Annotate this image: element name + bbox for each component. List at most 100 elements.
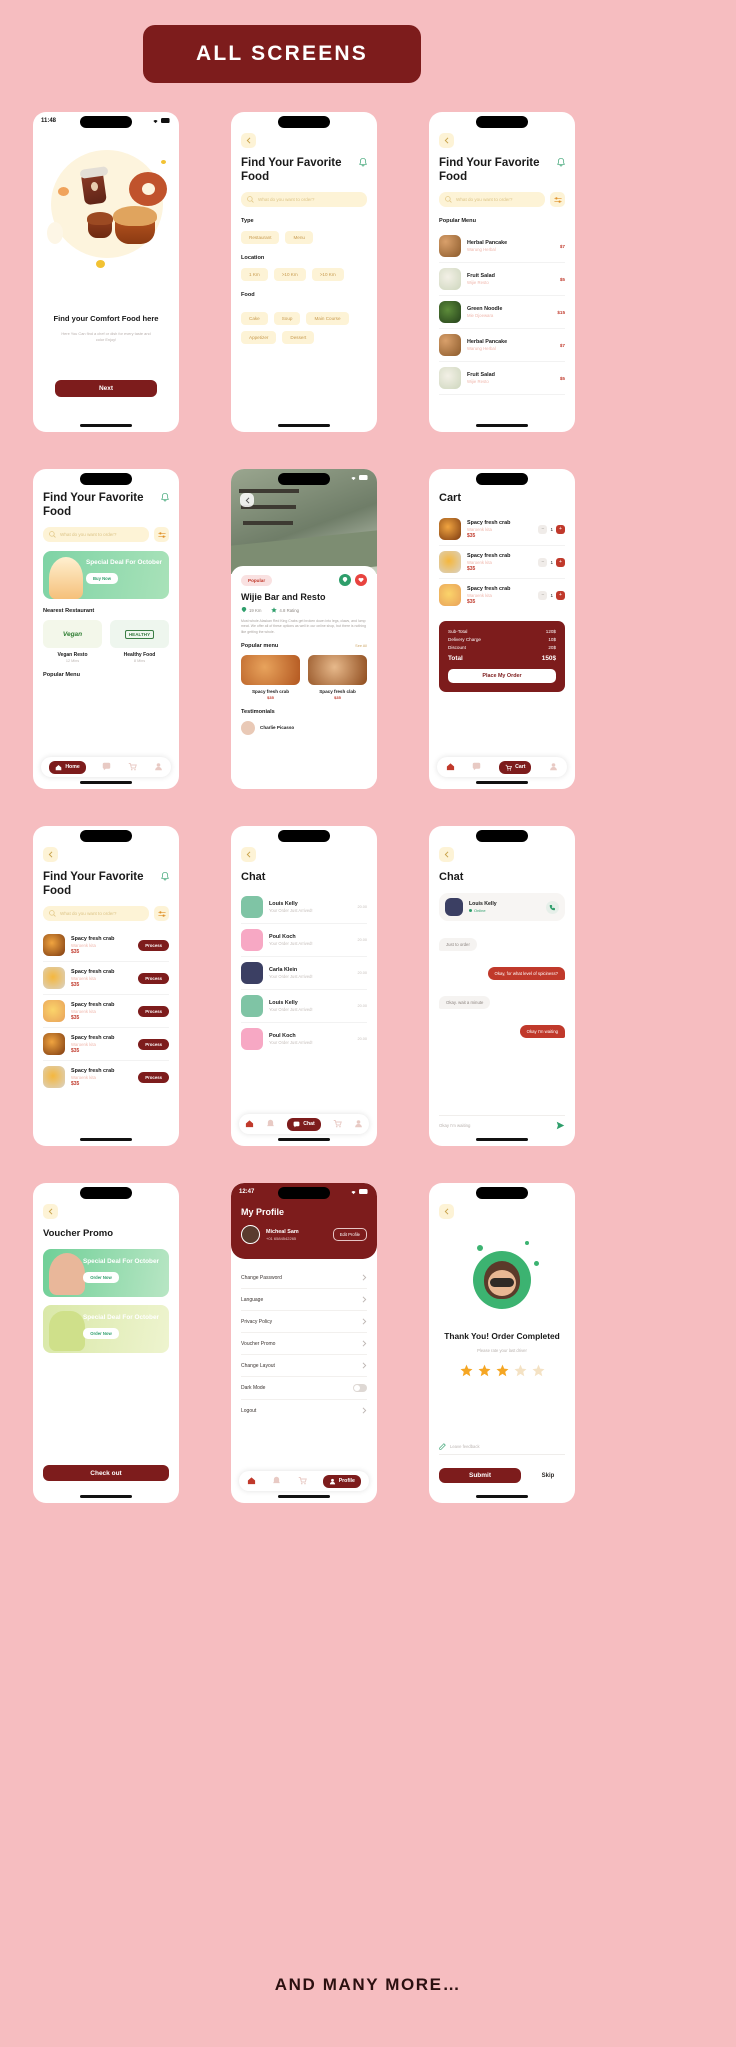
- next-button[interactable]: Next: [55, 380, 157, 397]
- voucher-order-button[interactable]: Order Now: [83, 1328, 119, 1339]
- chat-row[interactable]: Louis Kelly Your Order Just Arrived! 20.…: [241, 990, 367, 1023]
- menu-row[interactable]: Herbal Pancake Warung Herbal $7: [439, 329, 565, 363]
- chip-10km-a[interactable]: >10 Km: [273, 268, 306, 282]
- promo-buy-now-button[interactable]: Buy Now: [86, 573, 118, 585]
- menu-row[interactable]: Fruit Salad Wijie Resto $5: [439, 263, 565, 297]
- process-row[interactable]: Spacy fresh crab Waroenk kita $35 Proces…: [43, 1028, 169, 1062]
- nav-item-profile[interactable]: [549, 762, 558, 773]
- bottom-nav[interactable]: Profile: [239, 1471, 369, 1491]
- nav-item-profile[interactable]: [354, 1119, 363, 1130]
- back-button[interactable]: [241, 847, 256, 862]
- settings-item-change-password[interactable]: Change Password: [241, 1267, 367, 1289]
- nav-item-home[interactable]: Home: [49, 760, 86, 774]
- menu-card[interactable]: Spacy fresh crab $35: [241, 654, 300, 700]
- search-input[interactable]: What do you want to order?: [43, 906, 149, 922]
- restaurant-card[interactable]: Vegan Vegan Resto 12 Mins: [43, 620, 102, 663]
- nav-item-cart[interactable]: [298, 1476, 307, 1487]
- search-input[interactable]: What do you want to order?: [43, 527, 149, 543]
- place-order-button[interactable]: Place My Order: [448, 669, 556, 683]
- nav-item-home[interactable]: [446, 762, 455, 773]
- decrease-button[interactable]: −: [538, 524, 548, 534]
- feedback-input[interactable]: Leave feedback: [450, 1444, 480, 1449]
- process-button[interactable]: Process: [138, 1038, 169, 1050]
- cart-row[interactable]: Spacy fresh crab Waroenk kita $35 − 1 +: [439, 546, 565, 579]
- screen-voucher-promo[interactable]: Voucher Promo Special Deal For October O…: [33, 1183, 179, 1503]
- settings-item-voucher-promo[interactable]: Voucher Promo: [241, 1333, 367, 1355]
- increase-button[interactable]: +: [556, 590, 565, 600]
- process-button[interactable]: Process: [138, 1005, 169, 1017]
- chip-1km[interactable]: 1 Km: [241, 268, 268, 282]
- filter-icon[interactable]: [154, 527, 169, 543]
- nav-item-notification[interactable]: [266, 1119, 275, 1130]
- settings-item-dark-mode[interactable]: Dark Mode: [241, 1377, 367, 1400]
- decrease-button[interactable]: −: [538, 590, 548, 600]
- chat-input[interactable]: Okay I'm waiting: [439, 1123, 550, 1128]
- star-icon-filled[interactable]: [460, 1364, 473, 1377]
- quantity-stepper[interactable]: − 1 +: [538, 557, 565, 567]
- bottom-nav[interactable]: Cart: [437, 757, 567, 777]
- checkout-button[interactable]: Check out: [43, 1465, 169, 1481]
- nav-item-profile[interactable]: [154, 762, 163, 773]
- chip-main-course[interactable]: Main Course: [306, 312, 349, 326]
- chat-input-bar[interactable]: Okay I'm waiting: [439, 1115, 565, 1130]
- filter-icon[interactable]: [154, 906, 169, 922]
- restaurant-card[interactable]: HEALTHY Healthy Food 8 Mins: [110, 620, 169, 663]
- increase-button[interactable]: +: [556, 524, 565, 534]
- screen-home[interactable]: Find Your Favorite Food What do you want…: [33, 469, 179, 789]
- edit-profile-button[interactable]: Edit Profile: [332, 1228, 367, 1241]
- back-button[interactable]: [240, 493, 254, 507]
- bell-icon[interactable]: [557, 157, 565, 167]
- nav-item-chat[interactable]: [472, 762, 481, 773]
- star-icon-filled[interactable]: [478, 1364, 491, 1377]
- back-button[interactable]: [439, 133, 454, 148]
- location-icon[interactable]: [339, 574, 351, 586]
- settings-item-privacy-policy[interactable]: Privacy Policy: [241, 1311, 367, 1333]
- decrease-button[interactable]: −: [538, 557, 548, 567]
- process-row[interactable]: Spacy fresh crab Waroenk kita $35 Proces…: [43, 929, 169, 963]
- chip-dessert[interactable]: Dessert: [282, 331, 315, 345]
- dark-mode-toggle[interactable]: [353, 1384, 367, 1392]
- nav-item-home[interactable]: [247, 1476, 256, 1487]
- menu-row[interactable]: Herbal Pancake Warung Herbal $7: [439, 230, 565, 264]
- back-button[interactable]: [241, 133, 256, 148]
- favorite-icon[interactable]: [355, 574, 367, 586]
- star-icon-empty[interactable]: [514, 1364, 527, 1377]
- screen-profile[interactable]: 12:47 My Profile Micheal Sam +01 6584542…: [231, 1183, 377, 1503]
- screen-chat-list[interactable]: Chat Louis Kelly Your Order Just Arrived…: [231, 826, 377, 1146]
- back-button[interactable]: [43, 847, 58, 862]
- submit-button[interactable]: Submit: [439, 1468, 521, 1483]
- voucher-card[interactable]: Special Deal For October Order Now: [43, 1249, 169, 1297]
- feedback-input-row[interactable]: Leave feedback: [439, 1443, 565, 1455]
- star-icon-filled[interactable]: [496, 1364, 509, 1377]
- screen-chat-room[interactable]: Chat Louis Kelly Online Just to order Ok…: [429, 826, 575, 1146]
- bell-icon[interactable]: [161, 492, 169, 502]
- nav-item-chat[interactable]: [102, 762, 111, 773]
- nav-item-chat[interactable]: Chat: [287, 1117, 321, 1131]
- chat-row[interactable]: Louis Kelly Your Order Just Arrived! 20.…: [241, 891, 367, 924]
- skip-button[interactable]: Skip: [531, 1473, 565, 1479]
- chip-cake[interactable]: Cake: [241, 312, 268, 326]
- chip-menu[interactable]: Menu: [285, 231, 313, 245]
- chat-row[interactable]: Poul Koch Your Order Just Arrived! 20.00: [241, 924, 367, 957]
- search-input[interactable]: What do you want to order?: [439, 192, 545, 208]
- cart-row[interactable]: Spacy fresh crab Waroenk kita $35 − 1 +: [439, 579, 565, 611]
- chat-row[interactable]: Poul Koch Your Order Just Arrived! 20.00: [241, 1023, 367, 1055]
- chat-row[interactable]: Carla Klein Your Order Just Arrived! 20.…: [241, 957, 367, 990]
- bottom-nav[interactable]: Home: [41, 757, 171, 777]
- screen-onboarding[interactable]: 11:48 Find your Comfort Food here Here Y…: [33, 112, 179, 432]
- nav-item-cart[interactable]: Cart: [499, 760, 532, 774]
- quantity-stepper[interactable]: − 1 +: [538, 524, 565, 534]
- chip-appetizer[interactable]: Appetizer: [241, 331, 277, 345]
- bell-icon[interactable]: [359, 157, 367, 167]
- process-button[interactable]: Process: [138, 1071, 169, 1083]
- chip-soup[interactable]: Soup: [273, 312, 301, 326]
- settings-item-change-layout[interactable]: Change Layout: [241, 1355, 367, 1377]
- star-icon-empty[interactable]: [532, 1364, 545, 1377]
- search-input[interactable]: What do you want to order?: [241, 192, 367, 208]
- send-icon[interactable]: [556, 1121, 565, 1130]
- cart-row[interactable]: Spacy fresh crab Waroenk kita $35 − 1 +: [439, 513, 565, 546]
- screen-cart[interactable]: Cart Spacy fresh crab Waroenk kita $35 −…: [429, 469, 575, 789]
- nav-item-home[interactable]: [245, 1119, 254, 1130]
- settings-item-language[interactable]: Language: [241, 1289, 367, 1311]
- back-button[interactable]: [439, 847, 454, 862]
